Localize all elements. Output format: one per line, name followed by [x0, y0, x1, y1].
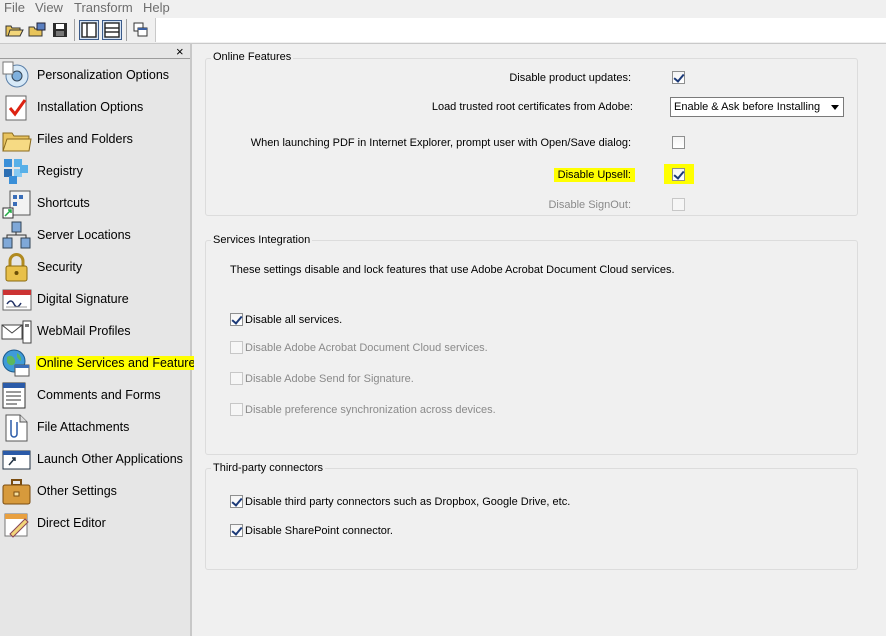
sidebar-item-online-services[interactable]: Online Services and Features [0, 348, 202, 380]
close-icon[interactable]: × [176, 44, 184, 59]
comments-icon [1, 380, 32, 411]
attachment-icon [1, 412, 32, 443]
toolbar [0, 16, 886, 44]
sidebar-item-label: Files and Folders [37, 132, 133, 146]
sidebar-item-label: Server Locations [37, 228, 131, 242]
menu-file[interactable]: File [4, 0, 25, 15]
registry-icon [1, 156, 32, 187]
ie-open-save-checkbox[interactable] [672, 136, 685, 149]
disable-signout-checkbox[interactable] [672, 198, 685, 211]
sidebar-item-file-attachments[interactable]: File Attachments [0, 412, 190, 444]
sidebar-item-shortcuts[interactable]: Shortcuts [0, 188, 190, 220]
sidebar-item-label: Comments and Forms [37, 388, 161, 402]
disable-product-updates-checkbox[interactable] [672, 71, 685, 84]
sidebar-item-registry[interactable]: Registry [0, 156, 190, 188]
menu-transform[interactable]: Transform [74, 0, 133, 15]
disable-all-services-label: Disable all services. [245, 314, 343, 326]
mail-icon [1, 316, 32, 347]
disable-document-cloud-label: Disable Adobe Acrobat Document Cloud ser… [245, 342, 488, 354]
disable-send-signature-checkbox[interactable] [230, 372, 243, 385]
menu-help[interactable]: Help [143, 0, 170, 15]
disable-sharepoint-checkbox[interactable] [230, 524, 243, 537]
menu-bar: File View Transform Help [0, 0, 886, 16]
trusted-root-certs-label: Load trusted root certificates from Adob… [431, 101, 633, 113]
services-integration-title: Services Integration [211, 234, 313, 246]
sidebar-divider [0, 58, 190, 59]
disable-pref-sync-label: Disable preference synchronization acros… [245, 404, 496, 416]
save-icon[interactable] [50, 20, 70, 40]
sidebar-item-other-settings[interactable]: Other Settings [0, 476, 190, 508]
ie-open-save-label: When launching PDF in Internet Explorer,… [250, 137, 631, 149]
sidebar-item-label: Security [37, 260, 83, 274]
signature-icon [1, 284, 32, 315]
online-features-title: Online Features [211, 51, 294, 63]
sidebar-item-installation[interactable]: Installation Options [0, 92, 190, 124]
server-icon [1, 220, 32, 251]
lock-icon [1, 252, 32, 283]
launch-icon [1, 444, 32, 475]
globe-icon [1, 348, 32, 379]
sidebar-item-label: Launch Other Applications [37, 452, 183, 466]
toolbar-separator [74, 19, 75, 41]
open-folder-icon[interactable] [4, 20, 24, 40]
disable-third-party-checkbox[interactable] [230, 495, 243, 508]
sidebar-item-label: Other Settings [37, 484, 117, 498]
personalization-icon [1, 60, 32, 91]
settings-pane: Online Features Disable product updates:… [194, 44, 886, 636]
sidebar-item-label: Personalization Options [37, 68, 170, 82]
disable-send-signature-label: Disable Adobe Send for Signature. [245, 373, 414, 385]
toolbar-blank-area [155, 18, 886, 42]
sidebar-item-label: Shortcuts [37, 196, 90, 210]
sidebar-item-personalization[interactable]: Personalization Options [0, 60, 190, 92]
third-party-group [205, 468, 858, 570]
sidebar-item-label: Online Services and Features [36, 356, 202, 370]
folder-icon [1, 124, 32, 155]
sidebar-item-launch-apps[interactable]: Launch Other Applications [0, 444, 190, 476]
disable-pref-sync-checkbox[interactable] [230, 403, 243, 416]
installation-icon [1, 92, 32, 123]
sidebar-item-label: Installation Options [37, 100, 144, 114]
sidebar-item-security[interactable]: Security [0, 252, 190, 284]
disable-signout-label: Disable SignOut: [548, 199, 631, 211]
window-copy-icon[interactable] [131, 20, 151, 40]
sidebar-item-label: WebMail Profiles [37, 324, 131, 338]
sidebar-item-comments-forms[interactable]: Comments and Forms [0, 380, 190, 412]
sidebar-item-files-folders[interactable]: Files and Folders [0, 124, 190, 156]
disable-all-services-checkbox[interactable] [230, 313, 243, 326]
briefcase-icon [1, 476, 32, 507]
sidebar-item-webmail-profiles[interactable]: WebMail Profiles [0, 316, 190, 348]
disable-sharepoint-label: Disable SharePoint connector. [245, 525, 393, 537]
services-info-text: These settings disable and lock features… [230, 264, 675, 276]
sidebar-item-label: Direct Editor [37, 516, 106, 530]
save-package-icon[interactable] [27, 20, 47, 40]
sidebar-item-label: Digital Signature [37, 292, 129, 306]
chevron-down-icon [831, 105, 839, 110]
sidebar-item-label: Registry [37, 164, 83, 178]
disable-third-party-label: Disable third party connectors such as D… [245, 496, 571, 508]
disable-product-updates-label: Disable product updates: [509, 72, 631, 84]
disable-upsell-checkbox[interactable] [672, 168, 685, 181]
third-party-title: Third-party connectors [211, 462, 326, 474]
editor-icon [1, 508, 32, 539]
trusted-root-certs-value: Enable & Ask before Installing [674, 101, 821, 113]
left-layout-icon[interactable] [79, 20, 99, 40]
split-layout-icon[interactable] [102, 20, 122, 40]
menu-view[interactable]: View [35, 0, 63, 15]
shortcuts-icon [1, 188, 32, 219]
sidebar-item-server-locations[interactable]: Server Locations [0, 220, 190, 252]
disable-upsell-label: Disable Upsell: [553, 168, 635, 182]
toolbar-separator [126, 19, 127, 41]
disable-document-cloud-checkbox[interactable] [230, 341, 243, 354]
trusted-root-certs-select[interactable]: Enable & Ask before Installing [670, 97, 844, 117]
sidebar: × Personalization Options Installation O… [0, 44, 202, 636]
sidebar-item-label: File Attachments [37, 420, 130, 434]
sidebar-item-digital-signature[interactable]: Digital Signature [0, 284, 190, 316]
sidebar-item-direct-editor[interactable]: Direct Editor [0, 508, 190, 540]
